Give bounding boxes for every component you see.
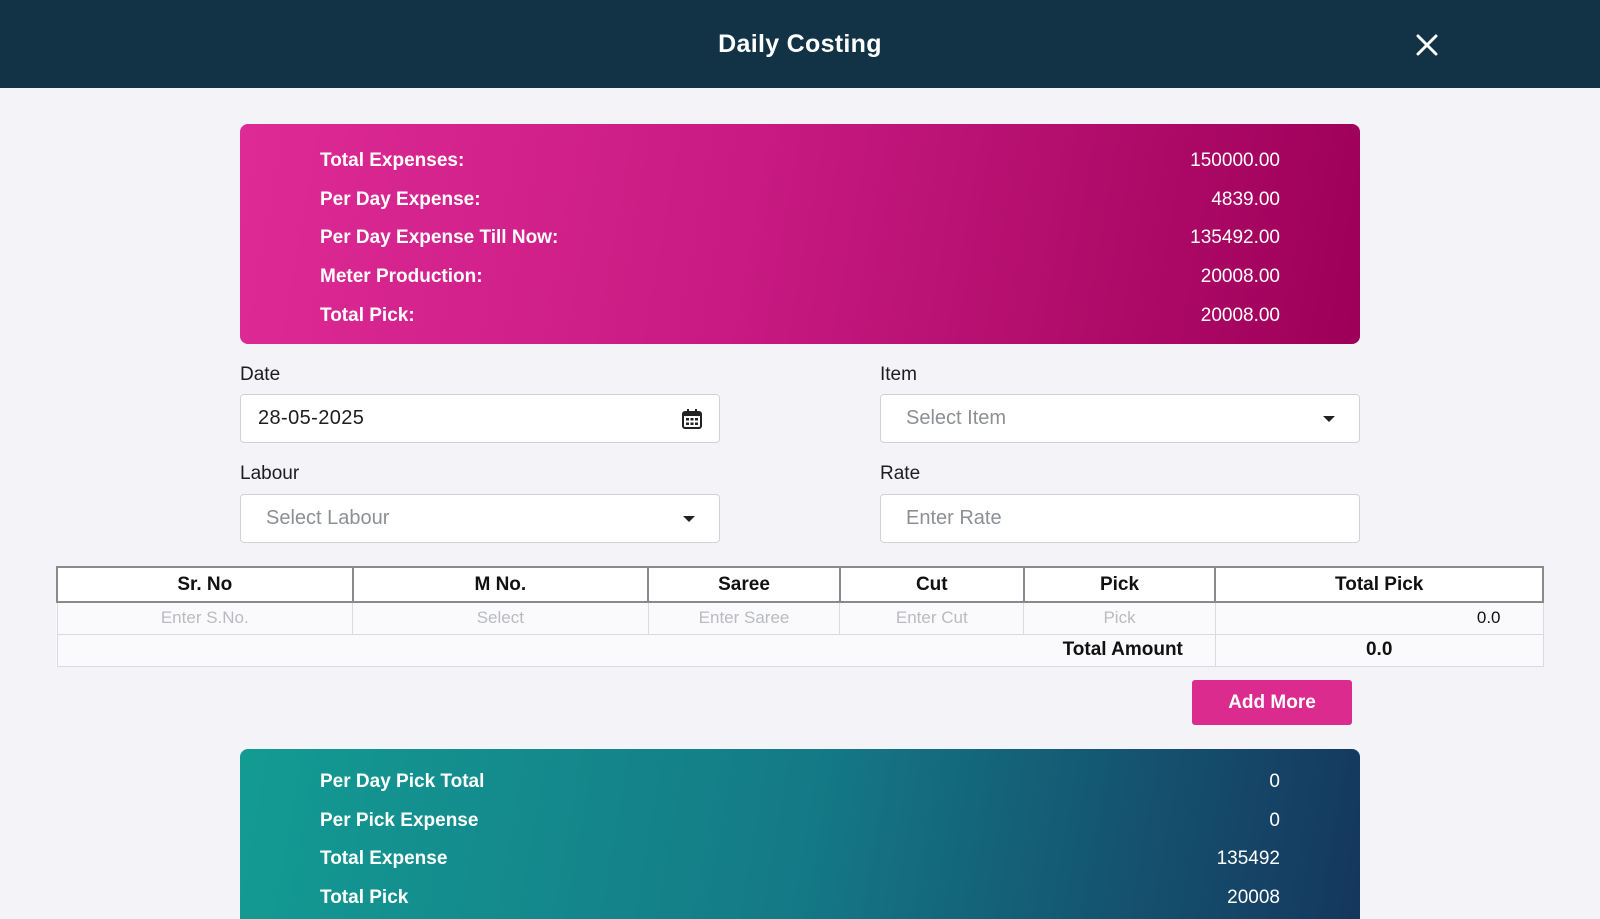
summary-label: Total Pick: xyxy=(320,304,415,326)
summary-row-meter-production: Meter Production: 20008.00 xyxy=(320,258,1280,297)
totals-value: 0 xyxy=(1269,809,1280,831)
column-header-pick: Pick xyxy=(1022,566,1217,603)
column-header-saree: Saree xyxy=(647,566,841,603)
calendar-icon[interactable] xyxy=(681,408,703,430)
totals-row-per-pick-expense: Per Pick Expense 0 xyxy=(320,802,1280,841)
labour-select[interactable]: Select Labour xyxy=(240,494,720,543)
cut-input[interactable]: Enter Cut xyxy=(839,601,1025,635)
total-amount-value: 0.0 xyxy=(1214,633,1544,667)
labour-label: Labour xyxy=(240,463,300,484)
totals-label: Per Pick Expense xyxy=(320,809,479,831)
pick-input[interactable]: Pick xyxy=(1023,601,1216,635)
item-placeholder: Select Item xyxy=(906,407,1007,429)
sr-no-input[interactable]: Enter S.No. xyxy=(56,601,354,635)
table-header-row: Sr. No M No. Saree Cut Pick Total Pick xyxy=(56,566,1544,603)
totals-label: Per Day Pick Total xyxy=(320,771,485,793)
totals-value: 135492 xyxy=(1216,848,1280,870)
column-header-cut: Cut xyxy=(838,566,1025,603)
totals-row-per-day-pick-total: Per Day Pick Total 0 xyxy=(320,763,1280,802)
expense-summary-card: Total Expenses: 150000.00 Per Day Expens… xyxy=(240,124,1360,344)
chevron-down-icon xyxy=(683,515,695,522)
summary-label: Per Day Expense Till Now: xyxy=(320,227,559,249)
summary-label: Per Day Expense: xyxy=(320,188,481,210)
date-value: 28-05-2025 xyxy=(258,407,365,429)
modal-header: Daily Costing xyxy=(0,0,1600,88)
total-amount-row: Total Amount 0.0 xyxy=(56,633,1544,667)
close-button[interactable] xyxy=(1408,26,1446,64)
summary-row-per-day-expense-till-now: Per Day Expense Till Now: 135492.00 xyxy=(320,219,1280,258)
costing-table: Sr. No M No. Saree Cut Pick Total Pick E… xyxy=(56,566,1544,667)
summary-value: 4839.00 xyxy=(1211,188,1280,210)
date-field[interactable]: 28-05-2025 xyxy=(240,394,720,443)
summary-value: 20008.00 xyxy=(1200,266,1280,288)
close-icon xyxy=(1416,34,1438,56)
add-more-button[interactable]: Add More xyxy=(1192,680,1352,725)
chevron-down-icon xyxy=(1323,415,1335,422)
summary-row-total-expenses: Total Expenses: 150000.00 xyxy=(320,142,1280,181)
rate-input[interactable]: Enter Rate xyxy=(880,494,1360,543)
date-label: Date xyxy=(240,364,281,385)
total-pick-value: 0.0 xyxy=(1214,601,1544,635)
table-row: Enter S.No. Select Enter Saree Enter Cut… xyxy=(56,601,1544,635)
rate-label: Rate xyxy=(880,463,921,484)
column-header-total-pick: Total Pick xyxy=(1214,566,1544,603)
column-header-m-no: M No. xyxy=(351,566,650,603)
summary-label: Total Expenses: xyxy=(320,150,465,172)
m-no-select[interactable]: Select xyxy=(352,601,649,635)
summary-label: Meter Production: xyxy=(320,266,483,288)
summary-row-per-day-expense: Per Day Expense: 4839.00 xyxy=(320,181,1280,220)
rate-placeholder: Enter Rate xyxy=(906,507,1002,529)
totals-row-total-expense: Total Expense 135492 xyxy=(320,840,1280,879)
summary-value: 20008.00 xyxy=(1200,304,1280,326)
total-amount-label: Total Amount xyxy=(56,633,1216,667)
totals-value: 20008 xyxy=(1227,887,1280,909)
summary-row-total-pick: Total Pick: 20008.00 xyxy=(320,296,1280,335)
pick-totals-card: Per Day Pick Total 0 Per Pick Expense 0 … xyxy=(240,749,1360,919)
summary-value: 135492.00 xyxy=(1190,227,1280,249)
labour-placeholder: Select Labour xyxy=(266,507,390,529)
item-label: Item xyxy=(880,364,917,385)
column-header-sr-no: Sr. No xyxy=(56,566,354,603)
totals-value: 0 xyxy=(1269,771,1280,793)
totals-row-total-pick: Total Pick 20008 xyxy=(320,879,1280,918)
saree-input[interactable]: Enter Saree xyxy=(647,601,841,635)
totals-label: Total Pick xyxy=(320,887,409,909)
totals-label: Total Expense xyxy=(320,848,448,870)
page-title: Daily Costing xyxy=(718,29,882,58)
summary-value: 150000.00 xyxy=(1190,150,1280,172)
item-select[interactable]: Select Item xyxy=(880,394,1360,443)
